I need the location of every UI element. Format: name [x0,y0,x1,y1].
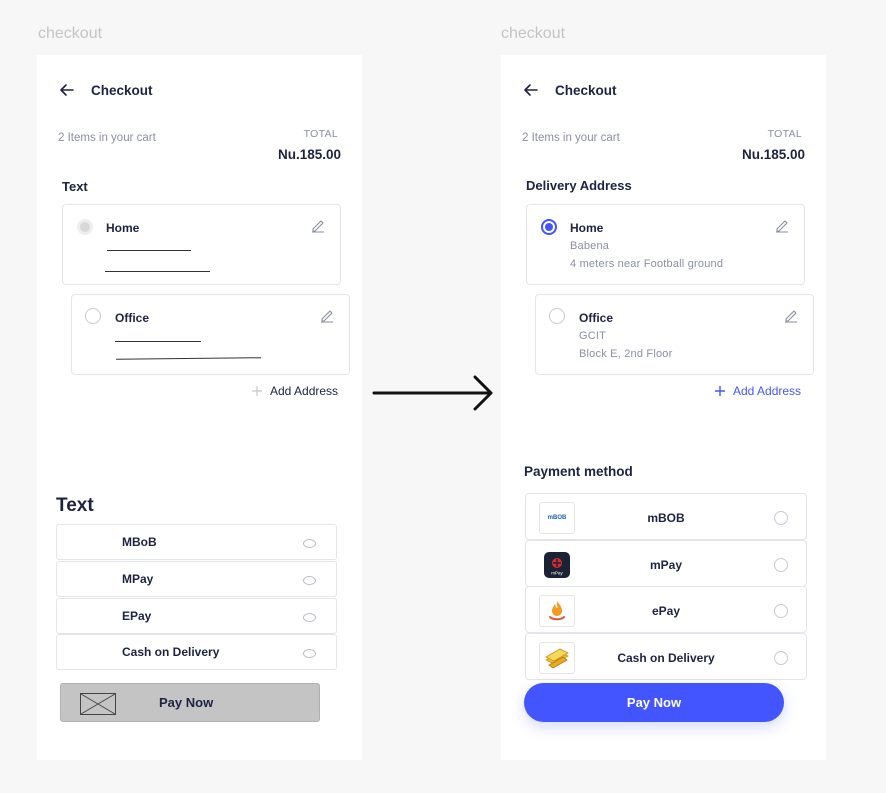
address-placeholder-line [115,341,201,342]
address-placeholder-line [107,250,191,251]
address-radio-home[interactable] [541,219,557,235]
pay-now-button[interactable]: Pay Now [60,683,320,722]
address-heading: Delivery Address [526,178,632,193]
payment-radio[interactable] [774,511,788,525]
mbob-logo-icon: mBOB [539,502,575,534]
payment-heading: Text [56,495,94,516]
payment-radio[interactable] [774,604,788,618]
pay-now-button[interactable]: Pay Now [524,683,784,722]
payment-radio[interactable] [774,651,788,665]
payment-name: ePay [651,604,681,618]
address-radio-office[interactable] [549,308,565,324]
address-radio-office[interactable] [85,308,101,324]
payment-heading: Payment method [524,464,633,479]
total-value: Nu.185.00 [277,147,341,162]
add-address-label: Add Address [733,384,802,398]
payment-name: Cash on Delivery [122,645,220,659]
payment-name: Cash on Delivery [617,651,715,665]
payment-option-mpay[interactable]: mPay mPay [525,540,807,587]
address-card-home[interactable]: Home [62,204,341,285]
cart-count: 2 Items in your cart [522,132,620,144]
payment-name: MBoB [122,535,157,549]
page-title: Checkout [91,82,153,98]
address-heading: Text [62,179,88,194]
payment-radio[interactable] [774,558,788,572]
add-address-label: Add Address [270,384,339,398]
header: Checkout [523,82,617,98]
address-card-office[interactable]: Office GCIT Block E, 2nd Floor [535,294,814,375]
frame-label-design: checkout [501,25,566,42]
plus-icon [715,386,725,396]
pay-now-label: Pay Now [159,695,214,710]
epay-logo-icon [539,595,575,627]
back-arrow-icon[interactable] [523,82,539,98]
address-card-office[interactable]: Office [71,294,350,375]
edit-icon[interactable] [319,307,335,323]
edit-icon[interactable] [774,217,790,233]
payment-option-mbob[interactable]: MBoB [56,524,337,560]
payment-option-epay[interactable]: EPay [56,598,337,634]
payment-option-cod[interactable]: Cash on Delivery [525,633,807,680]
edit-icon[interactable] [310,217,326,233]
payment-radio[interactable] [303,649,316,658]
payment-option-mbob[interactable]: mBOB mBOB [525,493,807,540]
image-placeholder-icon [80,693,116,715]
payment-name: mBOB [647,511,685,525]
transition-arrow-icon [372,375,493,411]
plus-icon [252,386,262,396]
address-line-2: 4 meters near Football ground [570,258,724,270]
address-line-1: GCIT [579,330,607,342]
payment-radio[interactable] [303,613,316,622]
design-screen: Checkout 2 Items in your cart TOTAL Nu.1… [501,55,826,760]
payment-name: EPay [122,609,152,623]
payment-radio[interactable] [303,576,316,585]
address-placeholder-line [105,271,210,272]
address-name: Office [115,311,150,325]
total-label: TOTAL [303,128,338,140]
address-name: Home [106,221,140,235]
wireframe-screen: Checkout 2 Items in your cart TOTAL Nu.1… [37,55,362,760]
total-label: TOTAL [767,128,802,140]
address-line-1: Babena [570,240,610,252]
cart-count: 2 Items in your cart [58,132,156,144]
svg-text:mPay: mPay [551,571,563,576]
add-address-button[interactable]: Add Address [251,384,338,398]
add-address-button[interactable]: Add Address [714,384,801,398]
page-title: Checkout [555,82,617,98]
address-name: Office [579,311,614,325]
total-value: Nu.185.00 [741,147,805,162]
pay-now-label: Pay Now [626,695,682,710]
payment-option-epay[interactable]: ePay [525,586,807,633]
address-name: Home [570,221,604,235]
payment-name: MPay [122,572,154,586]
payment-option-mpay[interactable]: MPay [56,561,337,597]
mpay-logo-icon: mPay [539,549,575,581]
address-line-2: Block E, 2nd Floor [579,348,673,360]
address-radio-home[interactable] [77,219,93,235]
cash-logo-icon [539,642,575,674]
address-placeholder-line [115,357,262,360]
edit-icon[interactable] [783,307,799,323]
frame-label-wireframe: checkout [38,25,103,42]
payment-radio[interactable] [303,539,316,548]
back-arrow-icon[interactable] [59,82,75,98]
address-card-home[interactable]: Home Babena 4 meters near Football groun… [526,204,805,285]
payment-option-cod[interactable]: Cash on Delivery [56,634,337,670]
payment-name: mPay [649,558,683,572]
header: Checkout [59,82,153,98]
